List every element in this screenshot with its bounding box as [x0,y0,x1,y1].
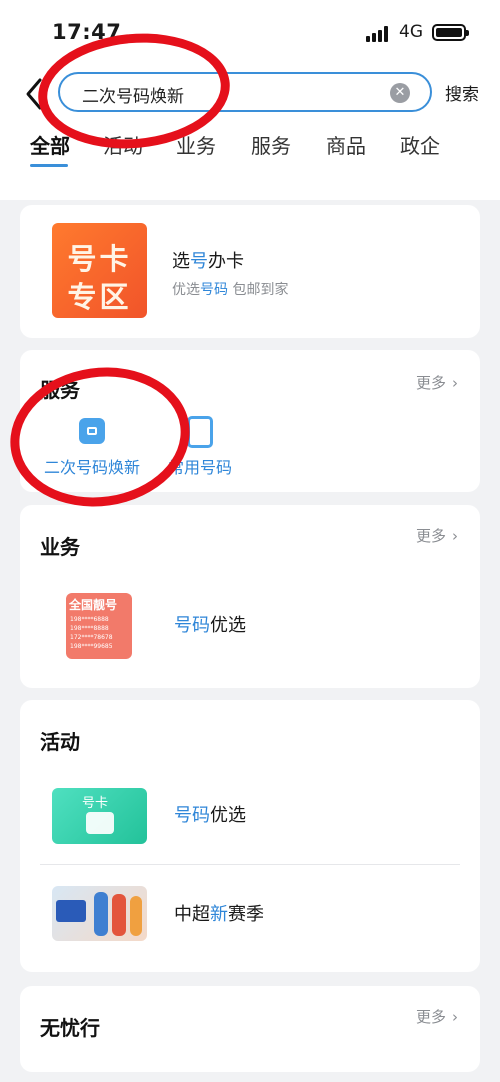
worry-free-card: 无忧行 更多 › [20,986,480,1072]
activity-item-title[interactable]: 号码优选 [174,801,246,827]
search-button[interactable]: 搜索 [445,80,479,105]
search-input-value: 二次号码焕新 [82,87,184,107]
service-label: 常用号码 [167,458,232,477]
thumb-title: 全国靓号 [69,598,118,612]
tab-service[interactable]: 服务 [251,130,291,159]
service-item-common-numbers[interactable]: 常用号码 [158,416,242,478]
services-title: 服务 [40,378,80,402]
activity-card: 活动 号卡 号码优选 中超新赛季 [20,700,480,972]
network-label: 4G [399,22,423,42]
business-item-title[interactable]: 号码优选 [174,611,246,637]
thumb-text: 号卡 [82,796,109,811]
battery-icon [432,24,469,41]
promo-title: 选号办卡 [172,251,244,272]
tab-bar: 全部 活动 业务 服务 商品 政企 [0,130,500,170]
promo-subtitle: 优选号码 包邮到家 [172,282,289,298]
soccer-league-thumbnail [52,886,147,941]
divider [40,864,460,865]
phone-icon [187,416,213,448]
tab-activity[interactable]: 活动 [103,130,143,159]
status-time: 17:47 [52,20,122,44]
back-button[interactable] [22,76,48,112]
thumb-text-2: 专区 [67,280,132,314]
tab-goods[interactable]: 商品 [326,130,366,159]
signal-icon [366,26,390,42]
promo-card[interactable]: 号卡 专区 选号办卡 优选号码 包邮到家 [20,205,480,338]
top-bar: 17:47 4G 二次号码焕新 ✕ 搜索 全部 活动 业务 服务 商品 政企 [0,0,500,200]
lock-phone-icon [79,418,105,444]
service-item-number-renew[interactable]: 二次号码焕新 [40,418,144,478]
sim-card-thumbnail: 号卡 [52,788,147,844]
sim-card-icon [86,812,114,834]
tab-business[interactable]: 业务 [176,130,216,159]
business-title: 业务 [40,535,80,559]
activity-item-title[interactable]: 中超新赛季 [174,900,264,926]
worry-free-more-link[interactable]: 更多 › [416,1006,458,1027]
business-more-link[interactable]: 更多 › [416,525,458,546]
status-bar: 17:47 4G [0,0,500,60]
chevron-left-icon [26,78,42,110]
services-card: 服务 更多 › 二次号码焕新 常用号码 [20,350,480,492]
clear-icon[interactable]: ✕ [390,83,410,103]
active-tab-indicator [30,164,68,167]
services-more-link[interactable]: 更多 › [416,372,458,393]
business-card: 业务 更多 › 全国靓号 198****6888 198****8888 172*… [20,505,480,688]
tab-government[interactable]: 政企 [400,130,440,159]
number-card-thumbnail: 号卡 专区 [52,223,147,318]
service-label: 二次号码焕新 [43,458,140,477]
search-input[interactable]: 二次号码焕新 ✕ [58,72,432,112]
worry-free-title: 无忧行 [40,1016,100,1040]
thumb-text-1: 号卡 [67,242,132,276]
tab-all[interactable]: 全部 [30,130,70,159]
thumb-number-list: 198****6888 198****8888 172****78678 198… [70,616,113,650]
premium-number-thumbnail: 全国靓号 198****6888 198****8888 172****7867… [66,593,132,659]
activity-title: 活动 [40,730,80,754]
